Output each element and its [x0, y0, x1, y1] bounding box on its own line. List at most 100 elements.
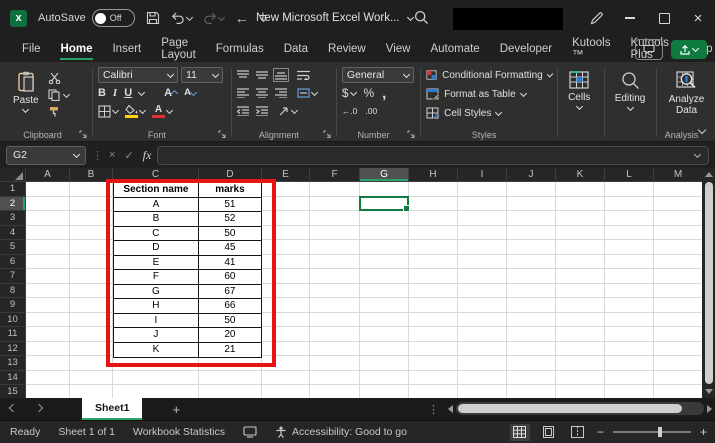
undo-button[interactable] [171, 12, 192, 24]
cell-L9[interactable] [605, 298, 654, 313]
cell-A13[interactable] [26, 356, 70, 371]
editing-mode-pen-icon[interactable] [579, 0, 613, 36]
cell-D14[interactable] [199, 371, 262, 386]
expand-formula-bar-icon[interactable] [694, 150, 701, 157]
fill-handle[interactable] [403, 205, 410, 212]
cell-H12[interactable] [409, 342, 458, 357]
cell-G6[interactable] [360, 255, 409, 270]
cell-H2[interactable] [409, 197, 458, 212]
cell-M4[interactable] [654, 226, 703, 241]
fill-color-button[interactable] [125, 105, 145, 118]
cell-I1[interactable] [458, 182, 507, 197]
cell-K5[interactable] [556, 240, 605, 255]
column-header-l[interactable]: L [605, 168, 654, 182]
center-align-button[interactable] [256, 88, 268, 98]
zoom-slider-thumb[interactable] [658, 427, 662, 437]
ribbon-tab-file[interactable]: File [12, 36, 51, 62]
cell-F2[interactable] [310, 197, 360, 212]
cell-F12[interactable] [310, 342, 360, 357]
column-header-j[interactable]: J [507, 168, 556, 182]
cell-H3[interactable] [409, 211, 458, 226]
cell-B15[interactable] [70, 385, 113, 398]
cell-G11[interactable] [360, 327, 409, 342]
cell-F10[interactable] [310, 313, 360, 328]
cut-button[interactable] [48, 71, 69, 85]
format-painter-button[interactable] [48, 105, 69, 119]
cell-K11[interactable] [556, 327, 605, 342]
cell-K1[interactable] [556, 182, 605, 197]
cell-G4[interactable] [360, 226, 409, 241]
row-header-8[interactable]: 8 [0, 284, 26, 299]
cell-A15[interactable] [26, 385, 70, 398]
cell-G5[interactable] [360, 240, 409, 255]
cell-J7[interactable] [507, 269, 556, 284]
cell-I9[interactable] [458, 298, 507, 313]
cell-K4[interactable] [556, 226, 605, 241]
format-as-table-button[interactable]: Format as Table [426, 86, 552, 102]
cell-B14[interactable] [70, 371, 113, 386]
cell-K9[interactable] [556, 298, 605, 313]
cell-M2[interactable] [654, 197, 703, 212]
sheet-tab-sheet1[interactable]: Sheet1 [82, 398, 142, 420]
font-size-select[interactable]: 11 [181, 67, 223, 83]
cell-J1[interactable] [507, 182, 556, 197]
cell-I11[interactable] [458, 327, 507, 342]
row-header-1[interactable]: 1 [0, 182, 26, 197]
row-header-6[interactable]: 6 [0, 255, 26, 270]
cell-K13[interactable] [556, 356, 605, 371]
cell-I4[interactable] [458, 226, 507, 241]
previous-sheet-icon[interactable] [0, 407, 26, 411]
cell-A10[interactable] [26, 313, 70, 328]
title-dropdown-icon[interactable] [407, 13, 414, 20]
cell-A14[interactable] [26, 371, 70, 386]
ribbon-tab-developer[interactable]: Developer [490, 36, 562, 62]
ribbon-tab-page-layout[interactable]: Page Layout [151, 36, 206, 62]
share-button[interactable] [671, 40, 707, 59]
zoom-out-button[interactable]: − [597, 425, 604, 439]
underline-button[interactable]: U [124, 88, 132, 98]
cell-H1[interactable] [409, 182, 458, 197]
page-layout-view-button[interactable] [539, 424, 559, 441]
cell-I10[interactable] [458, 313, 507, 328]
cell-J13[interactable] [507, 356, 556, 371]
cell-I15[interactable] [458, 385, 507, 398]
middle-align-button[interactable] [256, 70, 268, 80]
font-name-select[interactable]: Calibri [98, 67, 178, 83]
cell-G9[interactable] [360, 298, 409, 313]
cell-H6[interactable] [409, 255, 458, 270]
cell-I13[interactable] [458, 356, 507, 371]
formula-input[interactable] [157, 146, 709, 165]
cell-L15[interactable] [605, 385, 654, 398]
clipboard-dialog-launcher[interactable] [79, 130, 88, 139]
column-header-g[interactable]: G [360, 168, 409, 182]
increase-indent-button[interactable] [256, 106, 268, 116]
currency-format-button[interactable]: $ [342, 86, 356, 100]
cell-H11[interactable] [409, 327, 458, 342]
cell-F7[interactable] [310, 269, 360, 284]
cell-H15[interactable] [409, 385, 458, 398]
cell-A6[interactable] [26, 255, 70, 270]
cell-J3[interactable] [507, 211, 556, 226]
analyze-data-button[interactable]: Analyze Data [662, 67, 711, 127]
cell-M1[interactable] [654, 182, 703, 197]
cell-K10[interactable] [556, 313, 605, 328]
vertical-scroll-thumb[interactable] [705, 182, 713, 384]
cell-K7[interactable] [556, 269, 605, 284]
cell-M14[interactable] [654, 371, 703, 386]
ribbon-tab-automate[interactable]: Automate [420, 36, 489, 62]
increase-font-size-button[interactable]: A [164, 88, 177, 98]
cell-A11[interactable] [26, 327, 70, 342]
cell-K6[interactable] [556, 255, 605, 270]
next-sheet-icon[interactable] [26, 407, 52, 411]
cell-M10[interactable] [654, 313, 703, 328]
column-header-i[interactable]: I [458, 168, 507, 182]
cell-K2[interactable] [556, 197, 605, 212]
cell-A8[interactable] [26, 284, 70, 299]
cell-L1[interactable] [605, 182, 654, 197]
cell-H5[interactable] [409, 240, 458, 255]
cell-A7[interactable] [26, 269, 70, 284]
cell-J2[interactable] [507, 197, 556, 212]
ribbon-tab-view[interactable]: View [376, 36, 421, 62]
display-settings-icon[interactable] [243, 426, 257, 438]
cell-L8[interactable] [605, 284, 654, 299]
